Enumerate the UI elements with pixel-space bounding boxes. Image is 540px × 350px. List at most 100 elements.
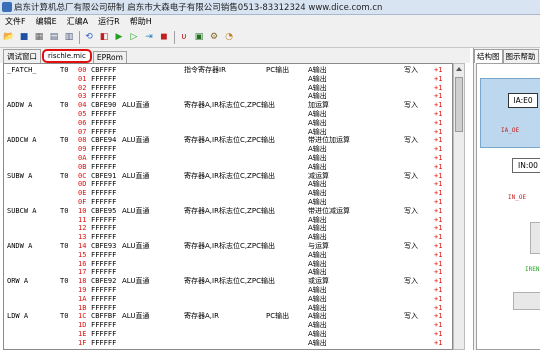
menu-run[interactable]: 运行R: [93, 16, 125, 27]
listing-row[interactable]: 16 FFFFFF A输出 +1: [4, 260, 452, 269]
listing-row[interactable]: ADDCW A T0 08 CBFE94 ALU直通 寄存器A,IR标志位C,ZPC输出带…: [4, 136, 452, 145]
tab-diagram-help[interactable]: 图示帮助: [502, 49, 539, 63]
row-t0: T0: [60, 277, 69, 286]
listing-row[interactable]: 1E FFFFFF A输出 +1: [4, 330, 452, 339]
stop-icon[interactable]: ◼: [158, 31, 170, 44]
row-a-output: A输出: [308, 66, 327, 74]
row-address: 11: [78, 215, 87, 224]
listing-row[interactable]: LDW A T0 1C CBFFBF ALU直通 寄存器A,IR PC输出 A输出 写入 +1: [4, 312, 452, 321]
row-write: 写入: [404, 66, 418, 74]
listing-row[interactable]: 0A FFFFFF A输出 +1: [4, 154, 452, 163]
compile-icon[interactable]: ▦: [33, 31, 45, 44]
reset-icon[interactable]: ⟲: [83, 31, 95, 44]
row-address: 19: [78, 286, 87, 294]
toolbar: 📂 ■ ▦ ▤ ▥ ⟲ ◧ ▶ ▷ ⇥ ◼ υ ▣ ⚙ ◔: [0, 28, 540, 48]
tab-debug-window[interactable]: 调试窗口: [3, 49, 41, 63]
listing-scrollbar[interactable]: [453, 63, 465, 350]
row-a-output: A输出: [308, 74, 327, 83]
listing-row[interactable]: ORW A T0 18 CBFE92 ALU直通 寄存器A,IR标志位C,ZPC输出 或运算…: [4, 277, 452, 286]
listing-row[interactable]: 05 FFFFFF A输出 +1: [4, 110, 452, 119]
listing-row[interactable]: ANDW A T0 14 CBFE93 ALU直通 寄存器A,IR标志位C,ZPC输出 与运…: [4, 242, 452, 251]
row-write: 写入: [404, 171, 418, 180]
row-increment: +1: [434, 127, 443, 136]
listing-row[interactable]: 19 FFFFFF A输出 +1: [4, 286, 452, 295]
row-microcode: FFFFFF: [91, 162, 117, 171]
step-back-icon[interactable]: ◧: [98, 31, 110, 44]
row-registers: 寄存器A,IR标志位C,ZPC输出: [184, 206, 275, 215]
listing-row[interactable]: 1D FFFFFF A输出 +1: [4, 321, 452, 330]
row-increment: +1: [434, 259, 443, 268]
row-increment: +1: [434, 83, 443, 92]
menu-assemble[interactable]: 汇编A: [62, 16, 93, 27]
row-increment: +1: [434, 180, 443, 189]
listing-row[interactable]: 0B FFFFFF A输出 +1: [4, 163, 452, 172]
listing-row[interactable]: 0D FFFFFF A输出 +1: [4, 180, 452, 189]
row-increment: +1: [434, 215, 443, 224]
tab-rischle-mic[interactable]: rischle.mic: [42, 49, 92, 63]
run-icon[interactable]: ▶: [113, 31, 125, 44]
row-address: 07: [78, 127, 87, 136]
listing-row[interactable]: 01 FFFFFF A输出 +1: [4, 75, 452, 84]
listing-row[interactable]: 15 FFFFFF A输出 +1: [4, 251, 452, 260]
right-tabs: 结构图 图示帮助: [474, 48, 540, 63]
row-write: 写入: [404, 206, 418, 215]
row-microcode: FFFFFF: [91, 330, 117, 338]
listing-row[interactable]: 0E FFFFFF A输出 +1: [4, 189, 452, 198]
menu-file[interactable]: 文件F: [0, 16, 31, 27]
row-increment: +1: [434, 242, 443, 250]
listing-row[interactable]: _FATCH_ T0 00 CBFFFF 指令寄存器IR PC输出 A输出 写入 +1: [4, 66, 452, 75]
diagram-block: [530, 222, 540, 254]
row-address: 14: [78, 242, 87, 250]
save-icon[interactable]: ■: [18, 31, 30, 44]
row-t0: T0: [60, 312, 69, 321]
row-microcode: FFFFFF: [91, 198, 117, 206]
u-icon[interactable]: υ: [178, 31, 190, 44]
table-icon[interactable]: ▣: [193, 31, 205, 44]
scroll-thumb[interactable]: [455, 77, 463, 132]
row-pc: PC输出: [266, 312, 290, 321]
listing-row[interactable]: 13 FFFFFF A输出 +1: [4, 233, 452, 242]
listing-row[interactable]: 06 FFFFFF A输出 +1: [4, 119, 452, 128]
listing-row[interactable]: 12 FFFFFF A输出 +1: [4, 224, 452, 233]
help-icon[interactable]: ◔: [223, 31, 235, 44]
row-microcode: FFFFFF: [91, 154, 117, 162]
listing-row[interactable]: 1F FFFFFF A输出 +1: [4, 339, 452, 348]
row-label: ORW A: [7, 277, 29, 286]
micro-step-icon[interactable]: ⇥: [143, 31, 155, 44]
scroll-up-icon[interactable]: [456, 67, 462, 71]
upload-icon[interactable]: ▥: [63, 31, 75, 44]
open-icon[interactable]: 📂: [3, 31, 15, 44]
toolbar-separator: [174, 31, 175, 44]
row-increment: +1: [434, 294, 443, 303]
settings-icon[interactable]: ⚙: [208, 31, 220, 44]
row-address: 1E: [78, 330, 87, 338]
row-microcode: FFFFFF: [91, 215, 117, 224]
listing-row[interactable]: 1B FFFFFF A输出 +1: [4, 304, 452, 313]
row-microcode: CBFFBF: [91, 312, 117, 321]
menu-help[interactable]: 帮助H: [125, 16, 157, 27]
row-write: 写入: [404, 312, 418, 321]
row-increment: +1: [434, 136, 443, 145]
row-address: 10: [78, 206, 87, 215]
download-icon[interactable]: ▤: [48, 31, 60, 44]
row-address: 0F: [78, 198, 87, 206]
row-increment: +1: [434, 268, 443, 277]
menu-edit[interactable]: 编辑E: [31, 16, 62, 27]
listing-row[interactable]: 02 FFFFFF A输出 +1: [4, 84, 452, 93]
row-address: 01: [78, 74, 87, 83]
row-increment: +1: [434, 118, 443, 127]
row-alu: ALU直通: [122, 101, 150, 110]
row-increment: +1: [434, 286, 443, 294]
listing-row[interactable]: 1A FFFFFF A输出 +1: [4, 295, 452, 304]
listing-row[interactable]: 0F FFFFFF A输出 +1: [4, 198, 452, 207]
tab-structure-diagram[interactable]: 结构图: [474, 49, 503, 63]
step-icon[interactable]: ▷: [128, 31, 140, 44]
listing-row[interactable]: 09 FFFFFF A输出 +1: [4, 145, 452, 154]
listing-row[interactable]: SUBW A T0 0C CBFE91 ALU直通 寄存器A,IR标志位C,ZPC输出 减运…: [4, 172, 452, 181]
listing-row[interactable]: ADDW A T0 04 CBFE90 ALU直通 寄存器A,IR标志位C,ZPC输出 加运…: [4, 101, 452, 110]
listing-row[interactable]: SUBCW A T0 10 CBFE95 ALU直通 寄存器A,IR标志位C,ZPC输出 带…: [4, 207, 452, 216]
listing-row[interactable]: 11 FFFFFF A输出 +1: [4, 216, 452, 225]
row-alu: ALU直通: [122, 136, 150, 145]
tab-eprom[interactable]: EPRom: [92, 51, 127, 63]
microcode-listing[interactable]: _FATCH_ T0 00 CBFFFF 指令寄存器IR PC输出 A输出 写入 +1 01 FFF…: [3, 63, 453, 350]
